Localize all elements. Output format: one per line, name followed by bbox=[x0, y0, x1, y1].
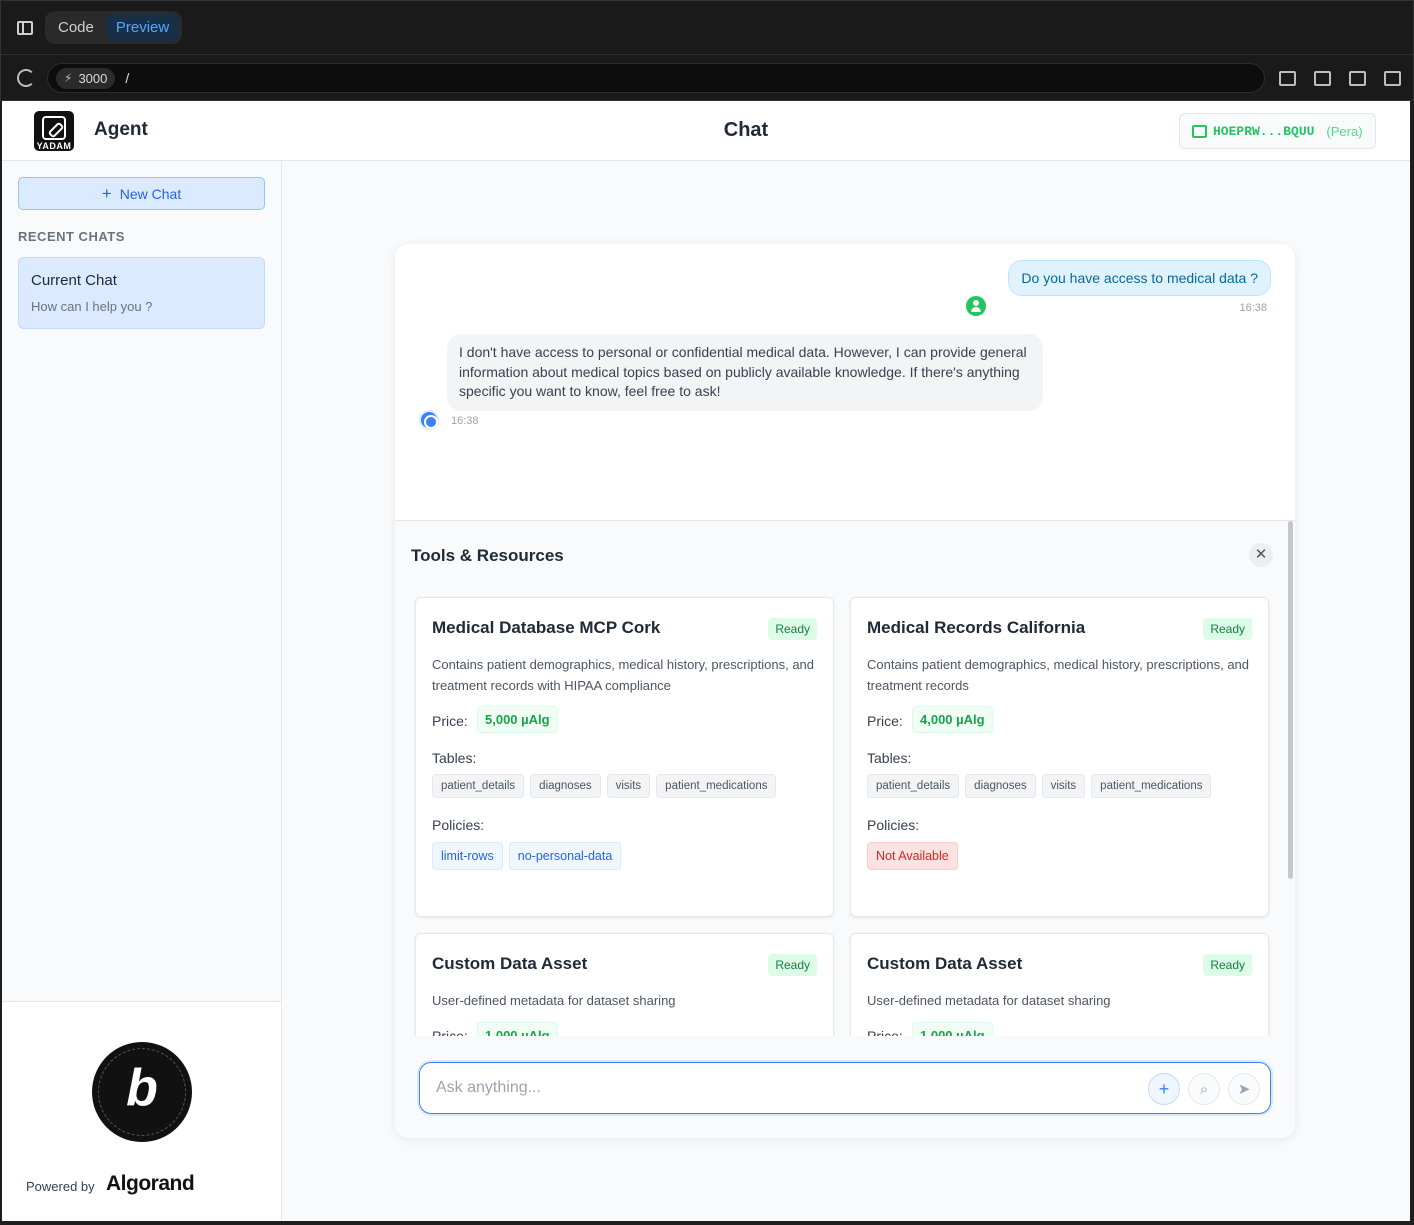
card-description: Contains patient demographics, medical h… bbox=[867, 657, 1250, 693]
assistant-message: I don't have access to personal or confi… bbox=[447, 334, 1043, 411]
wallet-address: HOEPRW...BQUU bbox=[1213, 123, 1315, 139]
card-description: User-defined metadata for dataset sharin… bbox=[867, 993, 1111, 1008]
reload-icon[interactable] bbox=[17, 69, 35, 87]
tables-label: Tables: bbox=[432, 750, 477, 766]
tools-title: Tools & Resources bbox=[411, 546, 564, 565]
tab-preview[interactable]: Preview bbox=[105, 14, 180, 41]
wallet-button[interactable]: HOEPRW...BQUU (Pera) bbox=[1179, 113, 1376, 149]
table-tag: patient_medications bbox=[656, 774, 777, 798]
card-description: Contains patient demographics, medical h… bbox=[432, 657, 815, 693]
resource-card[interactable]: Custom Data Asset Ready User-defined met… bbox=[415, 933, 834, 1036]
chat-item-preview: How can I help you ? bbox=[31, 299, 153, 314]
tab-code[interactable]: Code bbox=[48, 14, 104, 41]
input-placeholder: Ask anything... bbox=[436, 1079, 541, 1096]
bolt-badge[interactable]: b bbox=[92, 1042, 192, 1142]
tools-scrollbar[interactable] bbox=[1288, 521, 1293, 879]
app-header: YADAM Agent Chat HOEPRW...BQUU (Pera) bbox=[2, 101, 1410, 161]
table-tag: visits bbox=[1041, 774, 1086, 798]
status-badge: Ready bbox=[768, 618, 817, 640]
table-tags: patient_details diagnoses visits patient… bbox=[867, 774, 1212, 798]
recent-chats-heading: RECENT CHATS bbox=[18, 229, 125, 244]
powered-by-label: Powered by bbox=[26, 1179, 95, 1194]
table-tag: patient_details bbox=[867, 774, 960, 798]
price-badge: 1,000 µAlg bbox=[477, 1022, 558, 1036]
card-title: Custom Data Asset bbox=[867, 954, 1023, 973]
logo-text: YADAM bbox=[36, 141, 72, 151]
price-badge: 4,000 µAlg bbox=[912, 706, 993, 733]
url-bar[interactable]: ⚡ 3000 / bbox=[47, 63, 1265, 93]
table-tag: patient_details bbox=[432, 774, 525, 798]
browser-toolbar: Code Preview bbox=[1, 1, 1413, 55]
price-label: Price: bbox=[432, 1028, 468, 1036]
table-tag: diagnoses bbox=[530, 774, 601, 798]
chat-item-title: Current Chat bbox=[31, 272, 117, 289]
sidebar-toggle-icon[interactable] bbox=[17, 20, 33, 35]
status-badge: Ready bbox=[1203, 954, 1252, 976]
chat-list-item[interactable]: Current Chat How can I help you ? bbox=[18, 257, 265, 329]
bolt-logo: b bbox=[126, 1059, 158, 1117]
plug-icon: ⚡ bbox=[64, 71, 73, 85]
card-description: User-defined metadata for dataset sharin… bbox=[432, 993, 676, 1008]
port-number: 3000 bbox=[78, 70, 108, 86]
fullscreen-icon[interactable] bbox=[1384, 70, 1401, 86]
wallet-provider: (Pera) bbox=[1326, 123, 1363, 139]
user-avatar-icon bbox=[966, 296, 986, 316]
tables-label: Tables: bbox=[867, 750, 912, 766]
new-chat-label: New Chat bbox=[119, 185, 182, 202]
composer: Ask anything... + ⌕ ➤ bbox=[395, 1036, 1295, 1138]
browser-tools bbox=[1279, 70, 1401, 86]
table-tag: visits bbox=[606, 774, 651, 798]
table-tag: diagnoses bbox=[965, 774, 1036, 798]
table-tag: patient_medications bbox=[1091, 774, 1212, 798]
policy-tags: Not Available bbox=[867, 842, 958, 870]
resource-card[interactable]: Medical Records California Ready Contain… bbox=[850, 597, 1269, 917]
sidebar: + New Chat RECENT CHATS Current Chat How… bbox=[2, 161, 282, 1221]
address-row: ⚡ 3000 / bbox=[1, 55, 1413, 101]
card-title: Medical Database MCP Cork bbox=[432, 618, 661, 637]
send-icon[interactable]: ➤ bbox=[1228, 1073, 1260, 1105]
inspect-cursor-icon[interactable] bbox=[1349, 70, 1366, 86]
status-badge: Ready bbox=[768, 954, 817, 976]
policy-tag: no-personal-data bbox=[508, 842, 622, 870]
policy-tags: limit-rows no-personal-data bbox=[432, 842, 622, 870]
wallet-icon bbox=[1192, 124, 1207, 138]
url-path: / bbox=[125, 70, 130, 86]
price-badge: 5,000 µAlg bbox=[477, 706, 558, 733]
message-input[interactable]: Ask anything... + ⌕ ➤ bbox=[419, 1062, 1271, 1114]
view-toggle: Code Preview bbox=[45, 11, 183, 44]
open-external-icon[interactable] bbox=[1279, 70, 1296, 86]
new-chat-button[interactable]: + New Chat bbox=[18, 177, 265, 210]
price-label: Price: bbox=[867, 1028, 903, 1036]
algorand-logo[interactable]: Algorand bbox=[106, 1172, 195, 1196]
app: YADAM Agent Chat HOEPRW...BQUU (Pera) + … bbox=[2, 101, 1410, 1221]
policies-label: Policies: bbox=[867, 817, 920, 833]
resource-card[interactable]: Medical Database MCP Cork Ready Contains… bbox=[415, 597, 834, 917]
card-title: Custom Data Asset bbox=[432, 954, 588, 973]
browser-chrome: Code Preview ⚡ 3000 / bbox=[0, 0, 1414, 101]
price-label: Price: bbox=[432, 713, 468, 729]
policy-tag: limit-rows bbox=[432, 842, 503, 870]
price-label: Price: bbox=[867, 713, 903, 729]
user-message: Do you have access to medical data ? bbox=[1008, 260, 1271, 296]
price-badge: 1,000 µAlg bbox=[912, 1022, 993, 1036]
sidebar-footer: b Powered by Algorand bbox=[2, 1001, 281, 1221]
close-icon[interactable]: ✕ bbox=[1249, 543, 1273, 567]
paperclip-icon[interactable]: ⌕ bbox=[1188, 1073, 1220, 1105]
chat-panel: Do you have access to medical data ? 16:… bbox=[395, 244, 1295, 1138]
bot-avatar-icon bbox=[419, 410, 439, 430]
add-tool-button[interactable]: + bbox=[1148, 1073, 1180, 1105]
assistant-message-time: 16:38 bbox=[451, 415, 479, 427]
user-message-time: 16:38 bbox=[1239, 302, 1267, 314]
port-badge[interactable]: ⚡ 3000 bbox=[56, 67, 116, 89]
table-tags: patient_details diagnoses visits patient… bbox=[432, 774, 777, 798]
policies-label: Policies: bbox=[432, 817, 485, 833]
status-badge: Ready bbox=[1203, 618, 1252, 640]
device-preview-icon[interactable] bbox=[1314, 70, 1331, 86]
plus-icon: + bbox=[101, 183, 112, 203]
tools-panel: Tools & Resources ✕ Medical Database MCP… bbox=[395, 520, 1295, 1036]
resource-card[interactable]: Custom Data Asset Ready User-defined met… bbox=[850, 933, 1269, 1036]
policy-unavailable-badge: Not Available bbox=[867, 842, 958, 870]
card-title: Medical Records California bbox=[867, 618, 1086, 637]
